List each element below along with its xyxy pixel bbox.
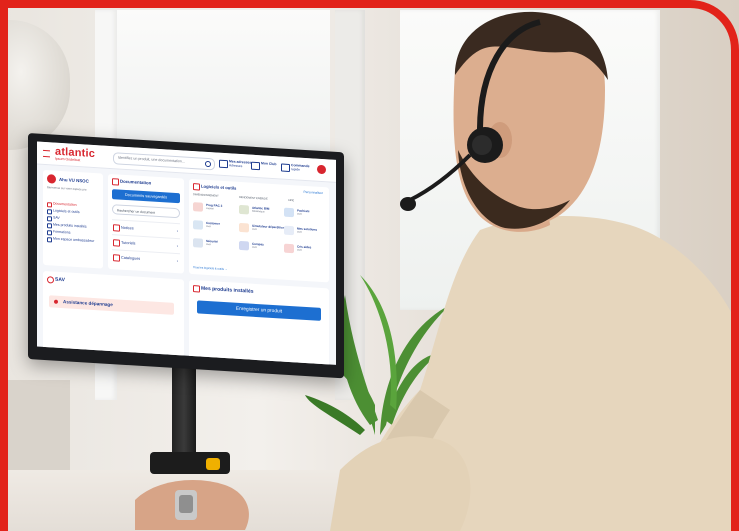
tile-paclcalc[interactable]: PaclCalc Outil	[284, 207, 326, 222]
search-placeholder: Identifiez un produit, une documentation…	[118, 155, 185, 164]
doc-item-label: Catalogues	[121, 255, 141, 261]
tile-name: Customer	[206, 220, 221, 226]
register-product-button[interactable]: Enregistrer un produit	[197, 300, 321, 321]
tile-sub: Bibliothèque	[252, 210, 265, 214]
customize-link[interactable]: Personnaliser	[304, 190, 324, 195]
club-title: Mon Club	[261, 161, 277, 167]
software-icon	[193, 183, 200, 191]
tile-name: Compas	[252, 241, 264, 247]
person-with-headset	[330, 11, 739, 531]
cris-icon	[284, 243, 294, 254]
catalog-icon	[113, 254, 120, 262]
documentation-title: Documentation	[120, 178, 152, 186]
hand-with-watch	[135, 480, 249, 530]
notice-icon	[113, 224, 120, 232]
bim-icon	[239, 204, 249, 215]
menu-icon[interactable]	[43, 149, 50, 158]
tile-prog-pac[interactable]: Prog PAC 3 Logiciel	[193, 201, 235, 216]
tile-sub: Outil	[297, 249, 302, 252]
tile-securite[interactable]: Sécurité Outil	[193, 237, 235, 252]
search-input[interactable]: Identifiez un produit, une documentation…	[113, 152, 215, 171]
address-icon	[219, 159, 228, 169]
simulateur-icon	[239, 222, 249, 233]
prog-pac-icon	[193, 202, 203, 212]
products-title: Mes produits installés	[201, 285, 254, 295]
sav-icon	[47, 276, 54, 284]
products-panel: Mes produits installés Enregistrer un pr…	[189, 279, 329, 365]
avatar	[47, 174, 56, 184]
tile-sub: Outil	[252, 228, 257, 231]
tile-name: Sécurité	[206, 238, 218, 244]
assistance-button[interactable]: Assistance dépannage	[49, 295, 174, 315]
paclcalc-icon	[284, 207, 294, 218]
screen: atlantic Ipsum Ondelicat Identifiez un p…	[37, 141, 336, 365]
tile-bim[interactable]: Atlantic BIM Bibliothèque	[239, 204, 281, 219]
addresses-sub: Adresses	[229, 163, 243, 169]
monitor: atlantic Ipsum Ondelicat Identifiez un p…	[28, 133, 344, 379]
tile-sub: Logiciel	[206, 207, 214, 211]
customer-icon	[193, 220, 203, 230]
documentation-panel: Documentation Documents sauvegardés Rech…	[108, 173, 184, 274]
doc-item-catalogues[interactable]: Catalogues	[112, 249, 180, 268]
tile-simulateur[interactable]: Simulateur déperdition Outil	[239, 222, 285, 237]
photo-scene: atlantic Ipsum Ondelicat Identifiez un p…	[0, 0, 739, 531]
sidebar: Ahu VU NSOC Bienvenue sur votre espace p…	[43, 169, 103, 269]
document-search-input[interactable]: Rechercher un document	[112, 204, 180, 219]
monitor-stand	[172, 355, 196, 455]
securite-icon	[193, 238, 203, 248]
brand-tagline: Ipsum Ondelicat	[55, 156, 81, 163]
solutions-icon	[284, 225, 294, 236]
tutorial-icon	[113, 239, 120, 247]
documentation-icon	[112, 178, 119, 186]
sav-title: SAV	[55, 276, 65, 284]
tile-customer[interactable]: Customer Outil	[193, 219, 235, 234]
welcome-text: Bienvenue sur votre espace pro	[47, 185, 87, 192]
tile-sub: Outil	[206, 225, 211, 229]
tab-aide[interactable]: AIDE	[288, 199, 294, 202]
search-icon[interactable]	[205, 160, 211, 168]
sav-panel: SAV Assistance dépannage	[43, 270, 184, 360]
user-name: Ahu VU NSOC	[59, 176, 89, 184]
doc-item-label: Tutoriels	[121, 240, 136, 246]
software-tabs: DIMENSIONNEMENT RENDEMENT ENERGIE AIDE	[193, 193, 325, 202]
cart-icon[interactable]	[317, 164, 326, 175]
tile-solutions[interactable]: Mes solutions Outil	[284, 225, 326, 240]
quick-order-link[interactable]: Commande rapide	[281, 162, 309, 174]
tab-rendement[interactable]: RENDEMENT ENERGIE	[239, 196, 268, 201]
tile-compas[interactable]: Compas Outil	[239, 240, 281, 255]
tile-cris[interactable]: Cris aides Outil	[284, 243, 326, 258]
tab-dimensionnement[interactable]: DIMENSIONNEMENT	[193, 193, 219, 198]
sidebar-menu: Documentation Logiciels et outils SAV Me…	[47, 200, 101, 245]
tile-sub: Outil	[206, 243, 211, 247]
tile-sub: Outil	[297, 213, 302, 216]
order-sub: rapide	[291, 167, 300, 172]
club-link[interactable]: Mon Club	[251, 161, 276, 173]
stand-knob	[206, 458, 220, 470]
saved-documents-button[interactable]: Documents sauvegardés	[112, 189, 180, 204]
tile-name: PaclCalc	[297, 208, 310, 214]
club-icon	[251, 161, 260, 171]
doc-item-label: Notices	[121, 225, 134, 231]
tile-sub: Outil	[252, 246, 257, 249]
products-icon	[193, 285, 200, 293]
see-all-software-link[interactable]: Tous les logiciels & outils →	[193, 265, 228, 271]
cabinet	[0, 380, 70, 480]
addresses-link[interactable]: Mes adresses Adresses	[219, 159, 251, 171]
software-panel: Logiciels et outils Personnaliser DIMENS…	[189, 178, 329, 283]
order-icon	[281, 163, 290, 173]
compas-icon	[239, 240, 249, 251]
software-title: Logiciels et outils	[201, 183, 237, 191]
tile-sub: Outil	[297, 231, 302, 234]
